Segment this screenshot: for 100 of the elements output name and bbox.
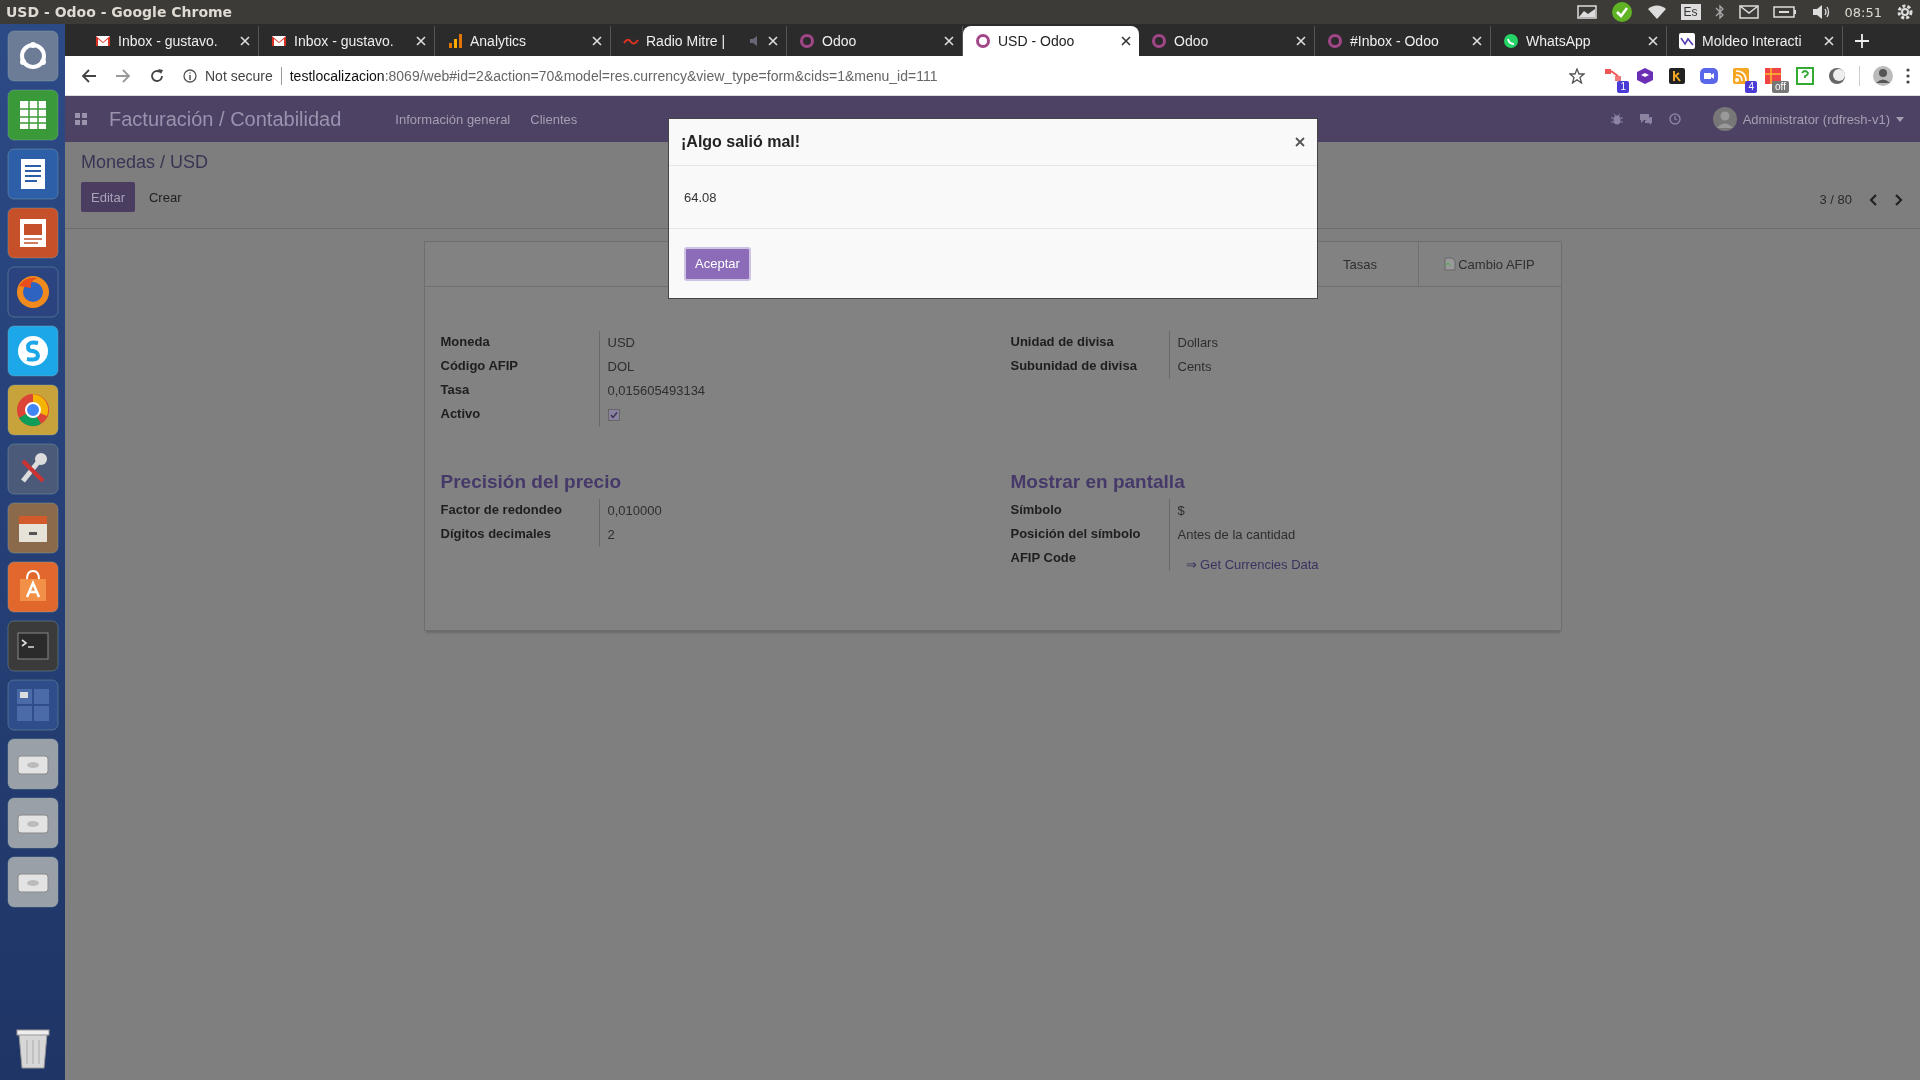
create-button[interactable]: Crear [138,182,192,212]
image-link[interactable]: Cambio AFIP [1417,242,1561,286]
image-alt-text: Cambio AFIP [1458,256,1535,272]
help-icon[interactable] [1795,65,1815,86]
ring-icon [1151,33,1167,49]
close-icon[interactable] [1295,137,1305,147]
field-value: 0,015605493134 [607,382,706,400]
caret-icon [1896,116,1904,122]
color-wheel-icon[interactable] [6,384,59,436]
clock-time[interactable]: 08:51 [1844,4,1882,20]
address-bar[interactable]: Not secure testlocalizacion:8069/web#id=2&action=70&model=res.currency&view_type=form&cids=1&menu_id=111 [183,60,1585,91]
info-icon[interactable] [183,68,197,83]
menu-item[interactable]: Clientes [530,111,578,127]
field-label: Moneda [440,333,491,351]
menu-icon[interactable] [1906,67,1910,84]
check-icon [609,411,618,419]
extension-badge: 4 [1745,80,1757,93]
field-label: AFIP Code [1010,549,1077,567]
pager-value: 3 / 80 [1819,192,1852,207]
extension-badge: 1 [1617,80,1629,93]
field-value: Antes de la cantidad [1177,526,1296,544]
back-icon[interactable] [81,67,97,84]
globe-icon[interactable] [6,266,59,318]
volume-icon[interactable] [1810,4,1831,20]
cabinet-icon[interactable] [6,502,59,554]
chat-bubble-icon[interactable] [6,325,59,377]
field-value: $ [1177,502,1185,520]
circle-logo-icon[interactable] [6,30,59,82]
field-label: Unidad de divisa [1010,333,1115,351]
document-icon[interactable] [6,148,59,200]
section-title: Precisión del precio [440,471,623,493]
field-value: USD [607,334,635,352]
checkbox[interactable] [607,409,620,421]
tab-title: Analytics [470,33,528,49]
reload-icon[interactable] [149,67,165,84]
apps-grid-icon[interactable] [75,113,87,125]
wrench-icon[interactable] [6,443,59,495]
field-label: Símbolo [1010,501,1063,519]
cube-icon[interactable] [1635,65,1655,86]
field-label: Tasa [440,381,471,399]
close-icon[interactable] [1121,36,1131,46]
clock-icon[interactable] [1668,113,1681,125]
field-label: Subunidad de divisa [1010,357,1138,375]
user-name: Administrator (rdfresh-v1) [1742,111,1890,127]
drive-icon[interactable] [6,856,59,908]
user-menu[interactable]: Administrator (rdfresh-v1) [1712,107,1904,131]
gear-icon[interactable] [1896,3,1914,21]
window-title: USD - Odoo - Google Chrome [6,4,233,20]
spreadsheet-icon[interactable] [6,89,59,141]
extension-badge: off [1772,80,1789,93]
new-tab-icon[interactable] [1855,34,1869,48]
browser-tab[interactable]: USD - Odoo [963,26,1139,56]
wifi-icon[interactable] [1646,4,1667,20]
field-value: DOL [607,358,635,376]
envelope-icon [271,33,287,49]
previous-icon[interactable] [1868,193,1878,206]
profile-avatar-icon[interactable] [1872,64,1894,87]
battery-icon[interactable] [1772,5,1797,19]
drive-icon[interactable] [6,797,59,849]
field-label: Activo [440,405,482,423]
field-value: 0,010000 [607,502,662,520]
next-icon[interactable] [1894,193,1904,206]
shopping-bag-icon[interactable] [6,561,59,613]
wave-icon [1679,33,1695,49]
forward-icon[interactable] [115,67,131,84]
tab-title: WhatsApp [1526,33,1592,49]
display-icon[interactable] [1576,5,1597,19]
field-label: Factor de redondeo [440,501,563,519]
field-label: Dígitos decimales [440,525,553,543]
square-icon[interactable] [1667,65,1687,86]
bluetooth-icon[interactable] [1714,4,1725,20]
moon-icon[interactable] [1827,65,1847,86]
tab-title: Radio Mitre | [646,33,727,49]
url-text: testlocalizacion:8069/web#id=2&action=70&model=res.currency&view_type=form&cids=1&menu_id=111 [289,67,938,84]
field-value: 2 [607,526,615,544]
drive-icon[interactable] [6,738,59,790]
keyboard-layout-indicator[interactable]: Es [1680,4,1701,20]
accept-button[interactable]: Aceptar [684,246,751,281]
bar-chart-icon [447,33,463,49]
field-label: Posición del símbolo [1010,525,1142,543]
tab-title: USD - Odoo [998,33,1076,49]
field-value: Dollars [1177,334,1218,352]
field-value: Cents [1177,358,1212,376]
menu-item[interactable]: Información general [395,111,511,127]
video-camera-icon[interactable] [1699,65,1719,86]
envelope-icon [95,33,111,49]
check-icon[interactable] [1610,1,1633,23]
star-icon[interactable] [1569,67,1585,84]
edit-button[interactable]: Editar [81,182,135,212]
chat-icon[interactable] [1638,113,1653,125]
dialog-message: 64.08 [684,189,717,205]
ring-icon [1327,33,1343,49]
broken-image-icon [1444,257,1457,271]
bug-icon[interactable] [1610,113,1623,125]
tab-title: #Inbox - Odoo [1350,33,1440,49]
tab-title: Inbox - gustavo. [294,33,395,49]
presentation-icon[interactable] [6,207,59,259]
security-label[interactable]: Not secure [205,67,273,84]
envelope-icon[interactable] [1738,5,1759,19]
tab-title: Odoo [822,33,858,49]
